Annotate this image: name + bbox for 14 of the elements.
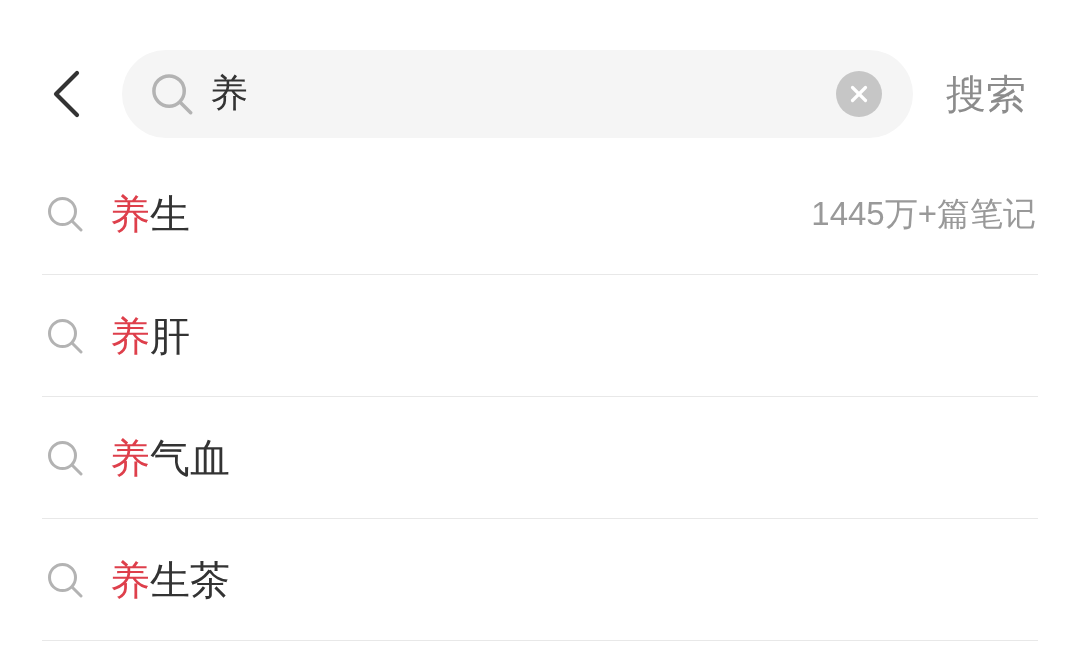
chevron-left-icon <box>52 70 80 118</box>
search-icon <box>47 561 83 598</box>
suggestion-text[interactable]: 养肝 <box>110 311 190 360</box>
suggestion-text[interactable]: 养生茶 <box>110 555 230 604</box>
note-count-text: 1445万+篇笔记 <box>811 193 1036 234</box>
back-button[interactable] <box>51 69 81 119</box>
search-icon <box>47 195 83 232</box>
search-field[interactable]: 养 <box>122 50 913 138</box>
search-icon <box>151 73 193 115</box>
search-icon <box>47 439 83 476</box>
suggestion-text[interactable]: 养气血 <box>110 433 230 482</box>
search-icon <box>47 317 83 354</box>
suggestion-text[interactable]: 养生 <box>110 189 190 238</box>
search-query-text: 养 <box>210 71 248 117</box>
